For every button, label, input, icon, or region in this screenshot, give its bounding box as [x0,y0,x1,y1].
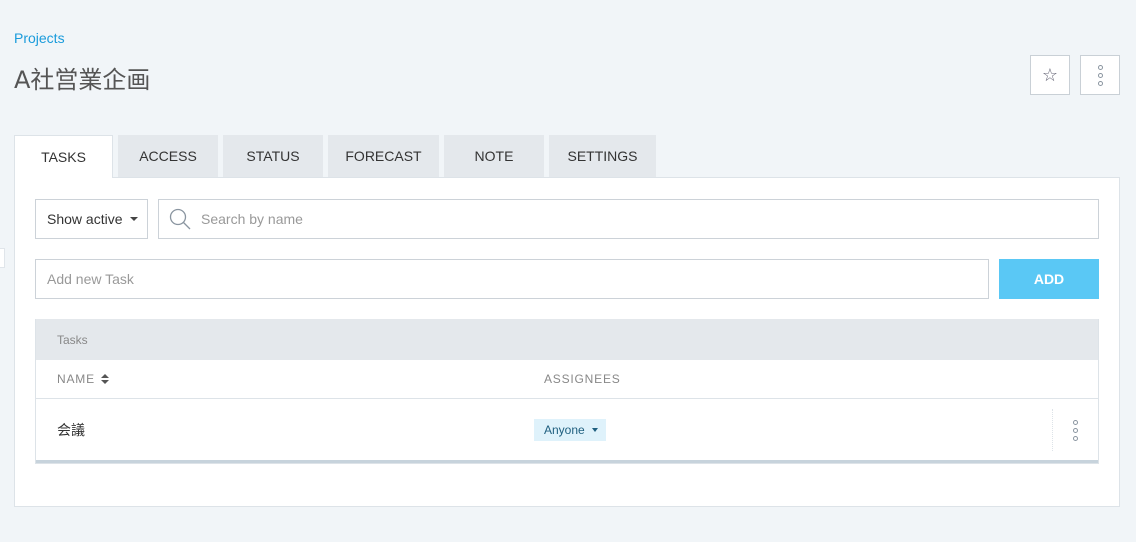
status-filter-value: Show active [47,211,123,227]
chevron-down-icon [591,427,598,432]
tab-status[interactable]: STATUS [223,135,323,177]
task-name[interactable]: 会議 [57,420,85,440]
new-task-field [35,259,989,299]
tab-settings[interactable]: SETTINGS [549,135,656,177]
table-row[interactable]: 会議 Anyone [36,399,1098,463]
star-icon: ☆ [1041,64,1059,85]
project-tabs: TASKS ACCESS STATUS FORECAST NOTE SETTIN… [14,135,661,178]
add-task-button[interactable]: ADD [999,259,1099,299]
breadcrumb-projects[interactable]: Projects [14,30,65,46]
status-filter-select[interactable]: Show active [35,199,148,239]
project-more-button[interactable] [1080,55,1120,95]
table-header: NAME ASSIGNEES [36,360,1098,399]
column-assignees-header: ASSIGNEES [544,372,621,386]
search-icon [169,208,191,230]
tasks-table: Tasks NAME ASSIGNEES 会議 Anyone [35,319,1099,464]
assignee-dropdown[interactable]: Anyone [534,418,606,441]
tab-forecast[interactable]: FORECAST [328,135,439,177]
sort-icon [100,374,109,384]
more-vertical-icon [1073,419,1078,441]
table-caption: Tasks [36,319,1098,360]
search-input[interactable] [201,211,1098,227]
tab-access[interactable]: ACCESS [118,135,218,177]
tab-tasks[interactable]: TASKS [14,135,113,178]
side-panel-handle[interactable] [0,248,5,268]
tab-note[interactable]: NOTE [444,135,544,177]
new-task-input[interactable] [47,271,988,287]
column-name-label: NAME [57,372,95,386]
assignee-value: Anyone [544,422,585,437]
chevron-down-icon [130,217,139,221]
page-title: A社営業企画 [14,66,151,94]
more-vertical-icon [1097,64,1103,86]
tasks-panel: Show active ADD Tasks NAME ASSIGNEES 会議 … [14,177,1120,507]
favorite-button[interactable]: ☆ [1030,55,1070,95]
search-box [158,199,1099,239]
row-more-button[interactable] [1052,409,1098,451]
column-name-header[interactable]: NAME [57,372,109,386]
